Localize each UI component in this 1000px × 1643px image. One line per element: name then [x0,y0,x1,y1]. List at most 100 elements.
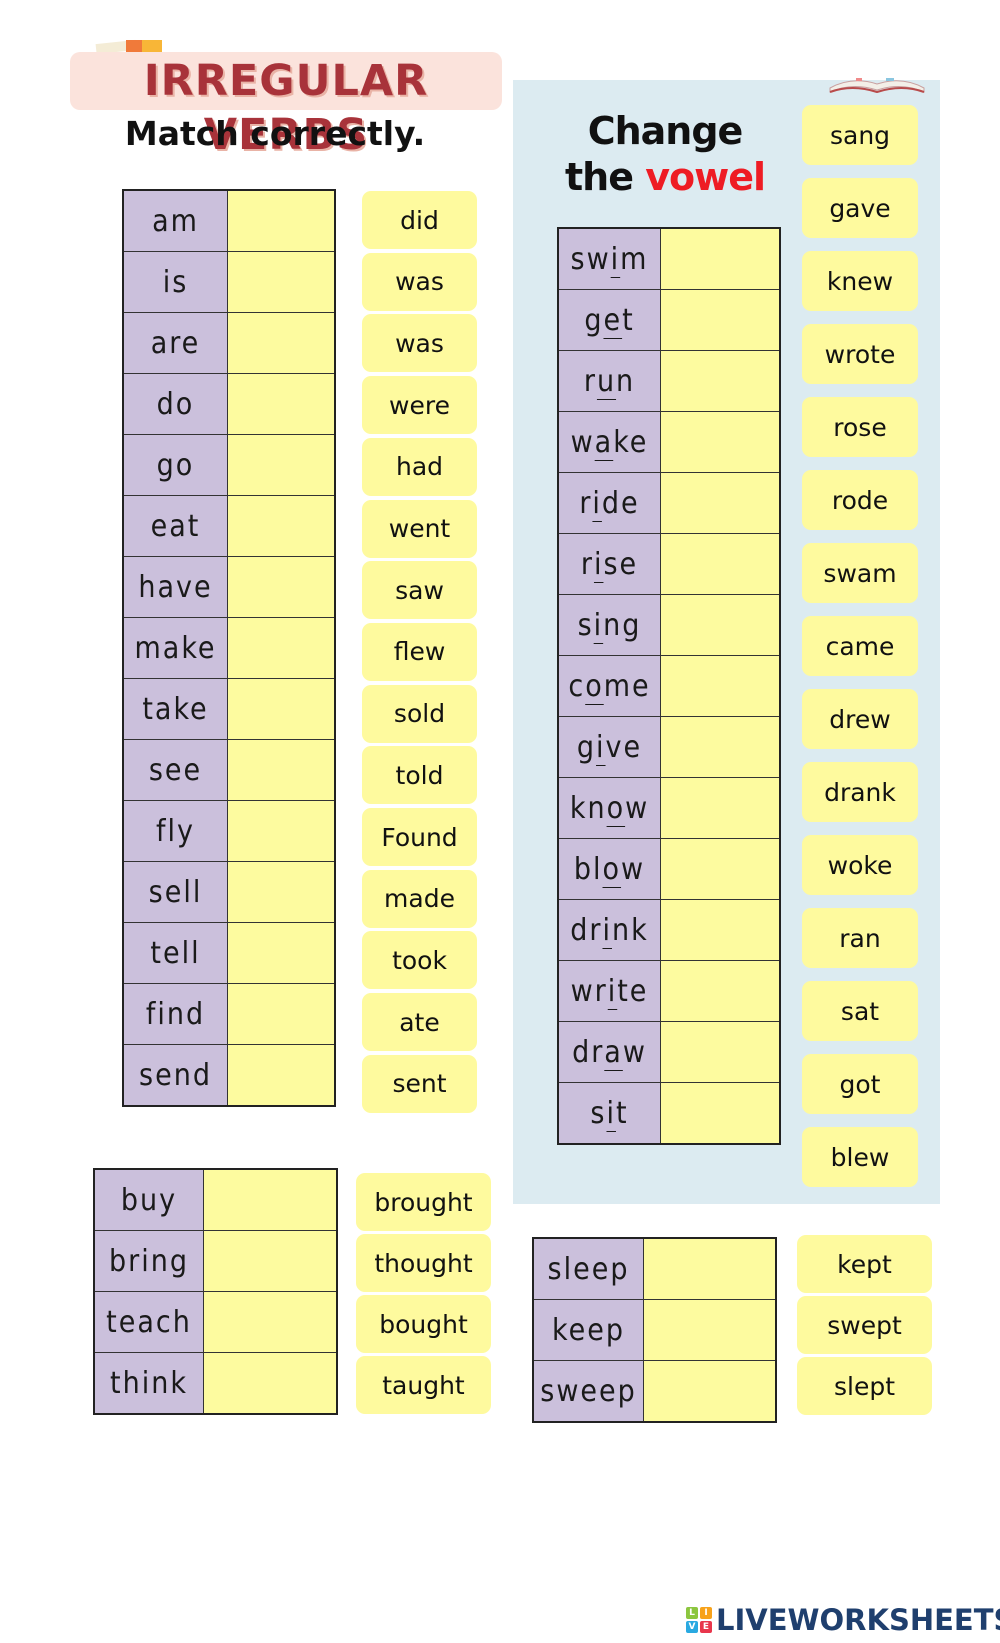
answer-drop-cell[interactable] [660,594,783,656]
draggable-word-tile[interactable]: sold [362,684,477,743]
draggable-word-tile[interactable]: wrote [802,324,918,384]
answer-drop-cell[interactable] [203,1291,340,1353]
answer-drop-cell[interactable] [660,350,783,412]
answer-input[interactable] [661,289,783,351]
draggable-word-tile[interactable]: saw [362,561,477,620]
answer-input[interactable] [661,1021,783,1083]
answer-input[interactable] [661,655,783,717]
draggable-word-tile[interactable]: got [802,1054,918,1114]
draggable-word-tile[interactable]: made [362,869,477,928]
answer-input[interactable] [644,1238,779,1300]
answer-input[interactable] [228,434,338,496]
answer-input[interactable] [661,960,783,1022]
answer-drop-cell[interactable] [227,739,338,801]
answer-drop-cell[interactable] [227,556,338,618]
draggable-word-tile[interactable]: thought [356,1234,491,1292]
answer-input[interactable] [661,472,783,534]
draggable-word-tile[interactable]: rose [802,397,918,457]
answer-input[interactable] [661,350,783,412]
answer-drop-cell[interactable] [227,312,338,374]
draggable-word-tile[interactable]: came [802,616,918,676]
draggable-word-tile[interactable]: bought [356,1295,491,1353]
answer-input[interactable] [661,228,783,290]
answer-input[interactable] [228,800,338,862]
draggable-word-tile[interactable]: went [362,499,477,558]
answer-drop-cell[interactable] [227,434,338,496]
draggable-word-tile[interactable]: brought [356,1173,491,1231]
answer-drop-cell[interactable] [660,411,783,473]
draggable-word-tile[interactable]: ate [362,993,477,1052]
answer-input[interactable] [228,739,338,801]
draggable-word-tile[interactable]: taught [356,1356,491,1414]
answer-drop-cell[interactable] [660,960,783,1022]
draggable-word-tile[interactable]: gave [802,178,918,238]
answer-drop-cell[interactable] [643,1360,779,1423]
draggable-word-tile[interactable]: told [362,746,477,805]
answer-input[interactable] [228,251,338,313]
draggable-word-tile[interactable]: sang [802,105,918,165]
draggable-word-tile[interactable]: slept [797,1357,932,1415]
draggable-word-tile[interactable]: swept [797,1296,932,1354]
answer-input[interactable] [661,838,783,900]
draggable-word-tile[interactable]: Found [362,808,477,866]
answer-input[interactable] [661,533,783,595]
answer-drop-cell[interactable] [660,533,783,595]
draggable-word-tile[interactable]: ran [802,908,918,968]
answer-drop-cell[interactable] [227,189,338,252]
answer-input[interactable] [228,373,338,435]
answer-drop-cell[interactable] [660,472,783,534]
answer-drop-cell[interactable] [660,716,783,778]
answer-input[interactable] [228,861,338,923]
answer-drop-cell[interactable] [660,1082,783,1145]
draggable-word-tile[interactable]: woke [802,835,918,895]
answer-drop-cell[interactable] [643,1237,779,1300]
answer-drop-cell[interactable] [660,289,783,351]
draggable-word-tile[interactable]: drank [802,762,918,822]
answer-input[interactable] [661,899,783,961]
answer-drop-cell[interactable] [203,1352,340,1415]
answer-input[interactable] [204,1169,340,1231]
draggable-word-tile[interactable]: kept [797,1235,932,1293]
draggable-word-tile[interactable]: knew [802,251,918,311]
draggable-word-tile[interactable]: blew [802,1127,918,1187]
answer-input[interactable] [228,312,338,374]
answer-input[interactable] [228,983,338,1045]
draggable-word-tile[interactable]: was [362,314,477,373]
draggable-word-tile[interactable]: did [362,191,477,249]
answer-input[interactable] [228,1044,338,1106]
answer-input[interactable] [204,1352,340,1414]
answer-input[interactable] [644,1299,779,1361]
answer-drop-cell[interactable] [643,1299,779,1361]
draggable-word-tile[interactable]: were [362,376,477,435]
draggable-word-tile[interactable]: rode [802,470,918,530]
answer-drop-cell[interactable] [227,373,338,435]
answer-drop-cell[interactable] [227,800,338,862]
answer-drop-cell[interactable] [227,922,338,984]
answer-drop-cell[interactable] [203,1230,340,1292]
answer-input[interactable] [661,1082,783,1144]
draggable-word-tile[interactable]: sent [362,1054,477,1113]
answer-input[interactable] [204,1291,340,1353]
answer-drop-cell[interactable] [660,1021,783,1083]
draggable-word-tile[interactable]: had [362,437,477,496]
draggable-word-tile[interactable]: sat [802,981,918,1041]
answer-drop-cell[interactable] [227,861,338,923]
answer-input[interactable] [228,556,338,618]
answer-input[interactable] [644,1360,779,1422]
answer-input[interactable] [228,190,338,252]
answer-input[interactable] [228,678,338,740]
answer-input[interactable] [661,594,783,656]
answer-drop-cell[interactable] [227,983,338,1045]
answer-drop-cell[interactable] [203,1168,340,1231]
answer-input[interactable] [661,777,783,839]
answer-input[interactable] [228,922,338,984]
answer-input[interactable] [228,617,338,679]
answer-drop-cell[interactable] [227,617,338,679]
draggable-word-tile[interactable]: flew [362,622,477,681]
answer-drop-cell[interactable] [227,678,338,740]
answer-input[interactable] [228,495,338,557]
answer-input[interactable] [204,1230,340,1292]
answer-drop-cell[interactable] [660,655,783,717]
draggable-word-tile[interactable]: swam [802,543,918,603]
draggable-word-tile[interactable]: was [362,252,477,311]
